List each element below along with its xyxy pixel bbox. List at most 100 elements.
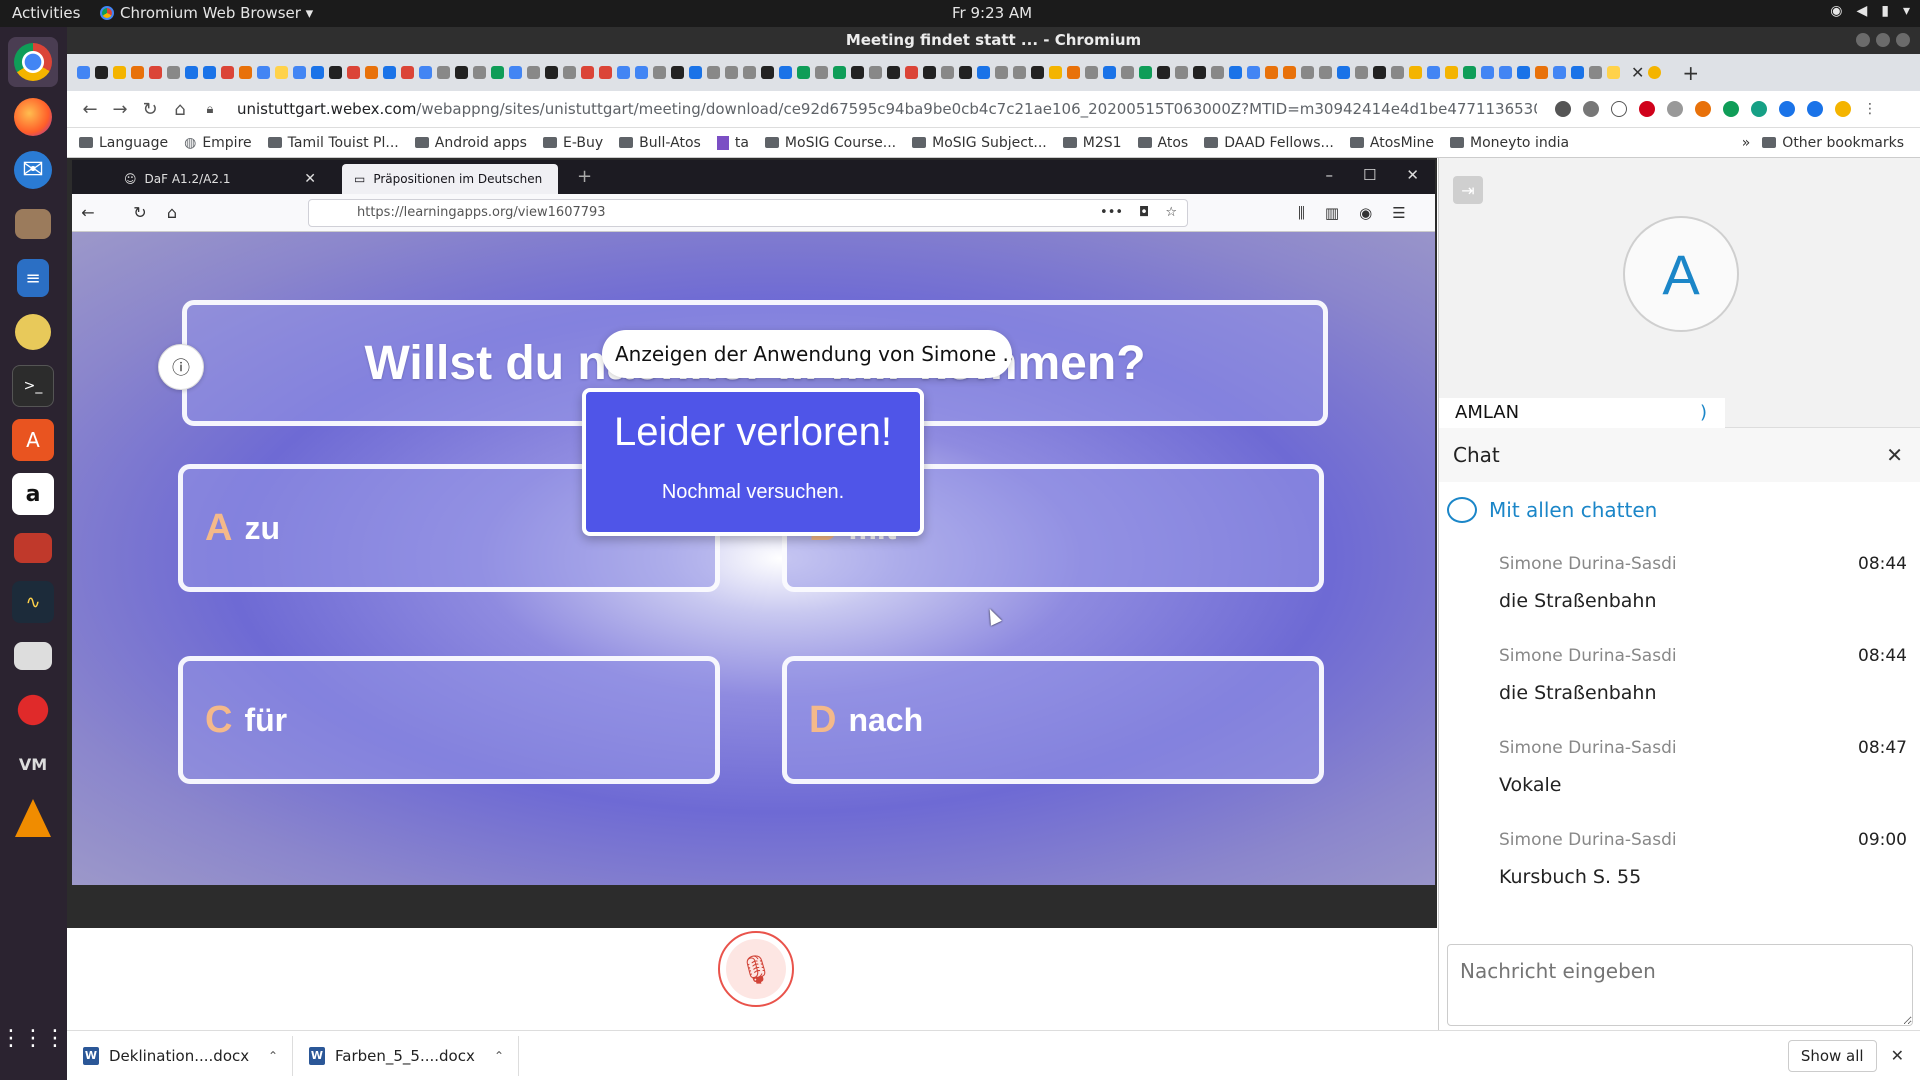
tab-favicon-icon[interactable]: [238, 66, 252, 79]
tab-favicon-icon[interactable]: [1264, 66, 1278, 79]
tab-favicon-icon[interactable]: [814, 66, 828, 79]
other-bookmarks[interactable]: Other bookmarks: [1762, 135, 1904, 151]
tab-favicon-icon[interactable]: [382, 66, 396, 79]
tab-favicon-icon[interactable]: [1336, 66, 1350, 79]
bookmark-item[interactable]: MoSIG Course...: [764, 135, 896, 151]
tab-favicon-icon[interactable]: [958, 66, 972, 79]
app-menu[interactable]: Chromium Web Browser ▾: [100, 4, 313, 22]
translate-icon[interactable]: [1583, 101, 1599, 117]
bookmarks-overflow-button[interactable]: »: [1742, 135, 1751, 151]
terminal-icon[interactable]: >_: [8, 361, 58, 411]
system-tray[interactable]: ◉ ◀ ▮ ▾: [1830, 3, 1910, 19]
tab-favicon-icon[interactable]: [1444, 66, 1458, 79]
maximize-icon[interactable]: ☐: [1363, 166, 1376, 184]
tab-favicon-icon[interactable]: [1084, 66, 1098, 79]
firefox-tab[interactable]: ☺ DaF A1.2/A2.1 ✕: [112, 164, 326, 194]
tab-favicon-icon[interactable]: [688, 66, 702, 79]
reload-icon[interactable]: ↻: [135, 99, 165, 120]
extension-icon[interactable]: [1779, 101, 1795, 117]
firefox-icon[interactable]: [8, 92, 58, 142]
tab-favicon-icon[interactable]: [1246, 66, 1260, 79]
tab-favicon-icon[interactable]: [580, 66, 594, 79]
extension-icon[interactable]: [1751, 101, 1767, 117]
tab-favicon-icon[interactable]: [472, 66, 486, 79]
tab-favicon-icon[interactable]: [436, 66, 450, 79]
tab-favicon-icon[interactable]: [616, 66, 630, 79]
bookmark-item[interactable]: Android apps: [414, 135, 527, 151]
bookmark-star-icon[interactable]: ☆: [1165, 205, 1177, 220]
vlc-icon[interactable]: [8, 793, 58, 843]
tab-favicon-icon[interactable]: [1570, 66, 1584, 79]
tab-favicon-icon[interactable]: [1408, 66, 1422, 79]
extension-icon[interactable]: [1695, 101, 1711, 117]
tab-favicon-icon[interactable]: [76, 66, 90, 79]
tab-favicon-icon[interactable]: [490, 66, 504, 79]
bookmark-item[interactable]: AtosMine: [1349, 135, 1434, 151]
download-item[interactable]: W Deklination....docx ⌃: [67, 1035, 293, 1076]
minimize-icon[interactable]: –: [1325, 166, 1333, 184]
tab-favicon-icon[interactable]: [274, 66, 288, 79]
reload-icon[interactable]: ↻: [124, 203, 156, 222]
bookmark-item[interactable]: MoSIG Subject...: [912, 135, 1047, 151]
tab-favicon-icon[interactable]: [400, 66, 414, 79]
bookmark-item[interactable]: Bull-Atos: [619, 135, 701, 151]
close-downloads-icon[interactable]: ✕: [1891, 1046, 1904, 1065]
close-chat-icon[interactable]: ✕: [1886, 443, 1903, 467]
chat-message-input[interactable]: [1447, 944, 1913, 1026]
firefox-tab-active[interactable]: ▭ Präpositionen im Deutschen: [342, 164, 558, 194]
tab-favicon-icon[interactable]: [1228, 66, 1242, 79]
bookmark-item[interactable]: Moneyto india: [1450, 135, 1569, 151]
tab-favicon-icon[interactable]: [1462, 66, 1476, 79]
tab-favicon-icon[interactable]: [742, 66, 756, 79]
tab-favicon-icon[interactable]: [94, 66, 108, 79]
tab-favicon-icon[interactable]: [148, 66, 162, 79]
bookmark-item[interactable]: Tamil Touist Pl...: [267, 135, 399, 151]
back-icon[interactable]: ←: [72, 203, 104, 222]
tab-favicon-icon[interactable]: [904, 66, 918, 79]
tab-close-icon[interactable]: ✕: [1631, 63, 1644, 82]
chevron-up-icon[interactable]: ⌃: [268, 1049, 278, 1063]
address-bar[interactable]: unistuttgart.webex.com/webappng/sites/un…: [237, 100, 1537, 118]
menu-icon[interactable]: ☰: [1392, 204, 1405, 222]
account-icon[interactable]: ◉: [1359, 204, 1372, 222]
tab-close-icon[interactable]: ✕: [304, 171, 316, 187]
extension-icon[interactable]: [1667, 101, 1683, 117]
bookmark-star-icon[interactable]: [1611, 101, 1627, 117]
writer-icon[interactable]: ≡: [8, 253, 58, 303]
amazon-icon[interactable]: a: [8, 469, 58, 519]
tab-favicon-icon[interactable]: [1030, 66, 1044, 79]
tab-favicon-icon[interactable]: [292, 66, 306, 79]
tab-favicon-icon[interactable]: [1012, 66, 1026, 79]
tab-favicon-icon[interactable]: [832, 66, 846, 79]
thunderbird-icon[interactable]: ✉: [8, 145, 58, 195]
rhythmbox-icon[interactable]: [8, 307, 58, 357]
firefox-url-bar[interactable]: https://learningapps.org/view1607793 •••…: [308, 198, 1188, 227]
tab-favicon-icon[interactable]: [220, 66, 234, 79]
new-tab-button[interactable]: +: [1682, 61, 1699, 85]
tab-favicon-icon[interactable]: [1174, 66, 1188, 79]
lost-popup[interactable]: Leider verloren! Nochmal versuchen.: [582, 388, 924, 536]
tab-favicon-icon[interactable]: [994, 66, 1008, 79]
tab-favicon-icon[interactable]: [1372, 66, 1386, 79]
tab-favicon-icon[interactable]: [634, 66, 648, 79]
tab-favicon-icon[interactable]: [1426, 66, 1440, 79]
bookmark-item[interactable]: ta: [716, 135, 749, 151]
files-icon[interactable]: [8, 199, 58, 249]
chrome-menu-icon[interactable]: ⋮: [1863, 101, 1879, 117]
tab-favicon-icon[interactable]: [1102, 66, 1116, 79]
adblock-icon[interactable]: [1639, 101, 1655, 117]
tab-favicon-icon[interactable]: [1156, 66, 1170, 79]
tab-favicon-icon[interactable]: [1048, 66, 1062, 79]
close-button[interactable]: [1896, 33, 1910, 47]
tab-favicon-icon[interactable]: [850, 66, 864, 79]
tab-favicon-icon[interactable]: [1516, 66, 1530, 79]
chromium-icon[interactable]: [8, 37, 58, 87]
bookmark-item[interactable]: DAAD Fellows...: [1204, 135, 1334, 151]
cherry-icon[interactable]: [8, 685, 58, 735]
tab-favicon-icon[interactable]: [202, 66, 216, 79]
tab-favicon-icon[interactable]: [418, 66, 432, 79]
tab-favicon-icon[interactable]: [652, 66, 666, 79]
tab-favicon-icon[interactable]: [670, 66, 684, 79]
tab-favicon-icon[interactable]: [886, 66, 900, 79]
presentation-icon[interactable]: [8, 523, 58, 573]
